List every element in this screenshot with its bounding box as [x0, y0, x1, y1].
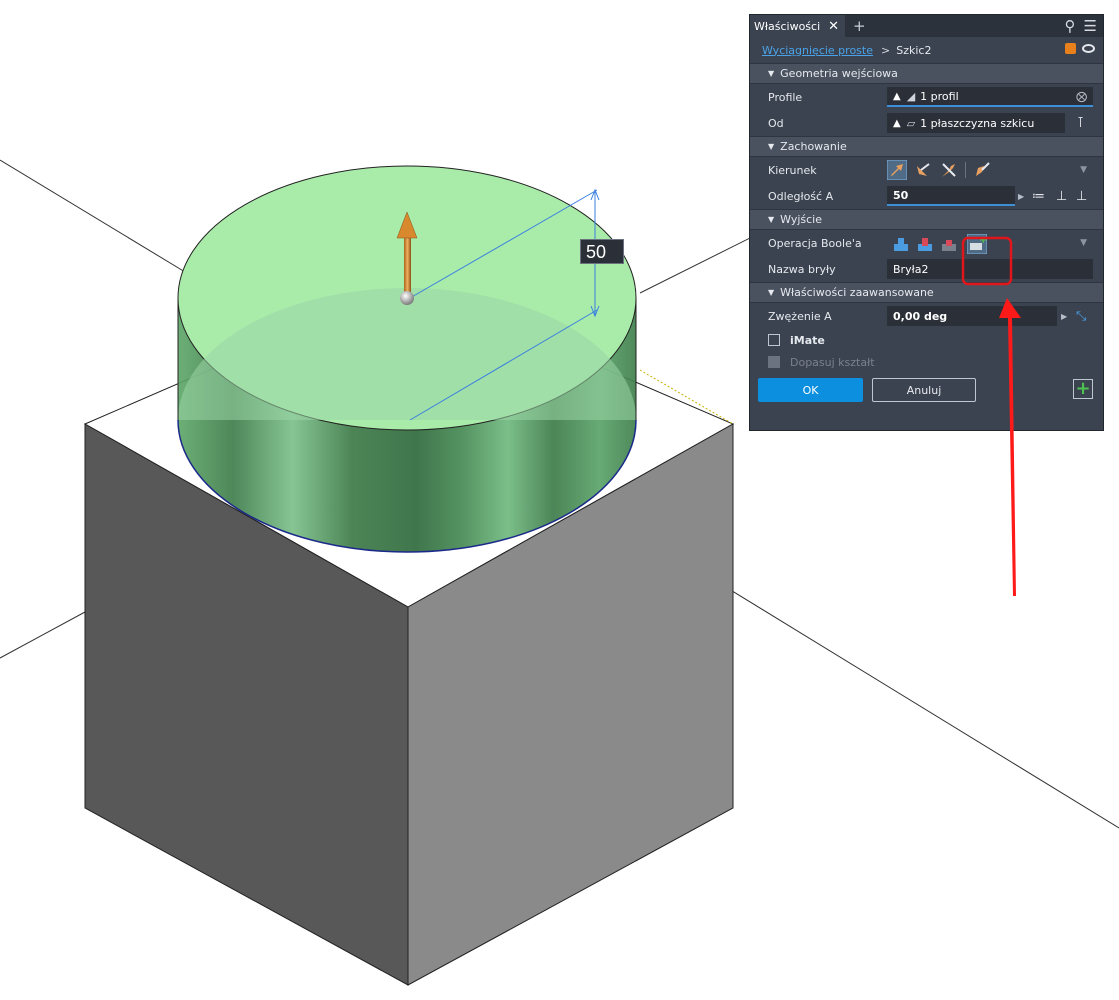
taper-value: 0,00 deg	[893, 309, 948, 323]
distance-label: Odległość A	[768, 189, 834, 203]
match-shape-label: Dopasuj kształt	[790, 355, 875, 369]
imate-label: iMate	[790, 333, 825, 347]
cancel-button[interactable]: Anuluj	[872, 378, 976, 402]
tab-label: Właściwości	[754, 19, 821, 33]
body-name-input[interactable]: Bryła2	[887, 259, 1093, 279]
from-selector[interactable]: ▲ ▱ 1 płaszczyzna szkicu	[887, 113, 1065, 133]
new-solid-icon[interactable]: +	[967, 234, 987, 254]
section-behavior[interactable]: ▼ Zachowanie	[750, 136, 1103, 157]
cut-icon[interactable]	[917, 236, 933, 252]
section-title: Wyjście	[780, 213, 823, 226]
from-value: 1 płaszczyzna szkicu	[920, 116, 1035, 130]
direction-asymmetric-button[interactable]	[972, 160, 992, 180]
taper-input[interactable]: 0,00 deg	[887, 306, 1057, 326]
tab-properties[interactable]: Właściwości ✕	[750, 15, 846, 37]
profile-icon: ◢	[906, 89, 916, 103]
boolean-label: Operacja Boole'a	[768, 236, 862, 250]
intersect-icon[interactable]	[941, 236, 957, 252]
menu-icon[interactable]: ☰	[1084, 17, 1097, 35]
through-all-icon[interactable]: ⊥	[1076, 189, 1087, 204]
properties-panel: Właściwości ✕ + ⚲ ☰ Wyciągnięcie proste …	[749, 14, 1104, 431]
cube-icon[interactable]	[1065, 43, 1076, 54]
flip-icon[interactable]: ⊺	[1077, 115, 1084, 131]
distance-input[interactable]: 50	[887, 186, 1015, 206]
between-icon[interactable]: ≔	[1032, 189, 1045, 204]
direction-default-button[interactable]	[887, 160, 907, 180]
plane-icon: ▱	[906, 116, 916, 130]
breadcrumb-current: Szkic2	[896, 43, 932, 57]
profiles-selector[interactable]: ▲ ◢ 1 profil ⨂	[887, 87, 1093, 107]
from-row: Od ▲ ▱ 1 płaszczyzna szkicu ⊺	[750, 110, 1103, 136]
search-icon[interactable]: ⚲	[1065, 17, 1076, 35]
from-label: Od	[768, 116, 784, 130]
boolean-row: Operacja Boole'a + ▼	[750, 230, 1103, 256]
direction-symmetric-button[interactable]	[939, 160, 959, 180]
imate-checkbox[interactable]	[768, 334, 780, 346]
to-icon[interactable]: ⊥	[1056, 189, 1067, 204]
chevron-right-icon[interactable]: ▶	[1061, 312, 1067, 321]
collapse-icon: ▼	[768, 142, 775, 151]
taper-row: Zwężenie A 0,00 deg ▶ ⤡	[750, 303, 1103, 329]
eye-icon[interactable]	[1082, 44, 1095, 53]
add-tab-icon[interactable]: +	[853, 17, 866, 35]
section-output[interactable]: ▼ Wyjście	[750, 209, 1103, 230]
profiles-value: 1 profil	[920, 89, 959, 103]
close-icon[interactable]: ✕	[828, 19, 839, 34]
body-name-value: Bryła2	[893, 262, 929, 276]
button-row: OK Anuluj +	[750, 373, 1103, 407]
breadcrumb: Wyciągnięcie proste > Szkic2	[750, 37, 1103, 63]
pointer-icon: ▲	[893, 90, 901, 102]
imate-row: iMate	[750, 329, 1103, 351]
svg-text:+: +	[979, 235, 987, 246]
section-input-geometry[interactable]: ▼ Geometria wejściowa	[750, 63, 1103, 84]
distance-row: Odległość A 50 ▶ ≔ ⊥ ⊥	[750, 183, 1103, 209]
chevron-down-icon[interactable]: ▼	[1080, 165, 1087, 175]
body-name-label: Nazwa bryły	[768, 262, 836, 276]
clear-icon[interactable]: ⨂	[1076, 90, 1087, 103]
section-advanced[interactable]: ▼ Właściwości zaawansowane	[750, 282, 1103, 303]
direction-flipped-button[interactable]	[913, 160, 933, 180]
direction-row: Kierunek ▼	[750, 157, 1103, 183]
distance-value: 50	[893, 188, 909, 202]
ok-button[interactable]: OK	[758, 378, 863, 402]
direction-label: Kierunek	[768, 163, 817, 177]
taper-flip-icon[interactable]: ⤡	[1076, 309, 1086, 324]
divider	[965, 162, 966, 178]
body-name-row: Nazwa bryły Bryła2	[750, 256, 1103, 282]
breadcrumb-link[interactable]: Wyciągnięcie proste	[762, 44, 873, 57]
chevron-down-icon[interactable]: ▼	[1080, 238, 1087, 248]
match-shape-checkbox[interactable]	[768, 356, 780, 368]
section-title: Zachowanie	[780, 140, 847, 153]
distance-dimension-label[interactable]: 50	[580, 239, 624, 264]
taper-label: Zwężenie A	[768, 309, 832, 323]
section-title: Geometria wejściowa	[780, 67, 898, 80]
match-shape-row: Dopasuj kształt	[750, 351, 1103, 373]
pointer-icon: ▲	[893, 117, 901, 129]
join-icon[interactable]	[893, 236, 909, 252]
collapse-icon: ▼	[768, 215, 775, 224]
collapse-icon: ▼	[768, 69, 775, 78]
chevron-right-icon[interactable]: ▶	[1018, 192, 1024, 201]
profiles-label: Profile	[768, 90, 803, 104]
plus-icon[interactable]: +	[1073, 379, 1093, 399]
collapse-icon: ▼	[768, 288, 775, 297]
profiles-row: Profile ▲ ◢ 1 profil ⨂	[750, 84, 1103, 110]
breadcrumb-separator: >	[881, 43, 891, 57]
section-title: Właściwości zaawansowane	[780, 286, 934, 299]
panel-tabbar: Właściwości ✕ + ⚲ ☰	[750, 15, 1103, 37]
